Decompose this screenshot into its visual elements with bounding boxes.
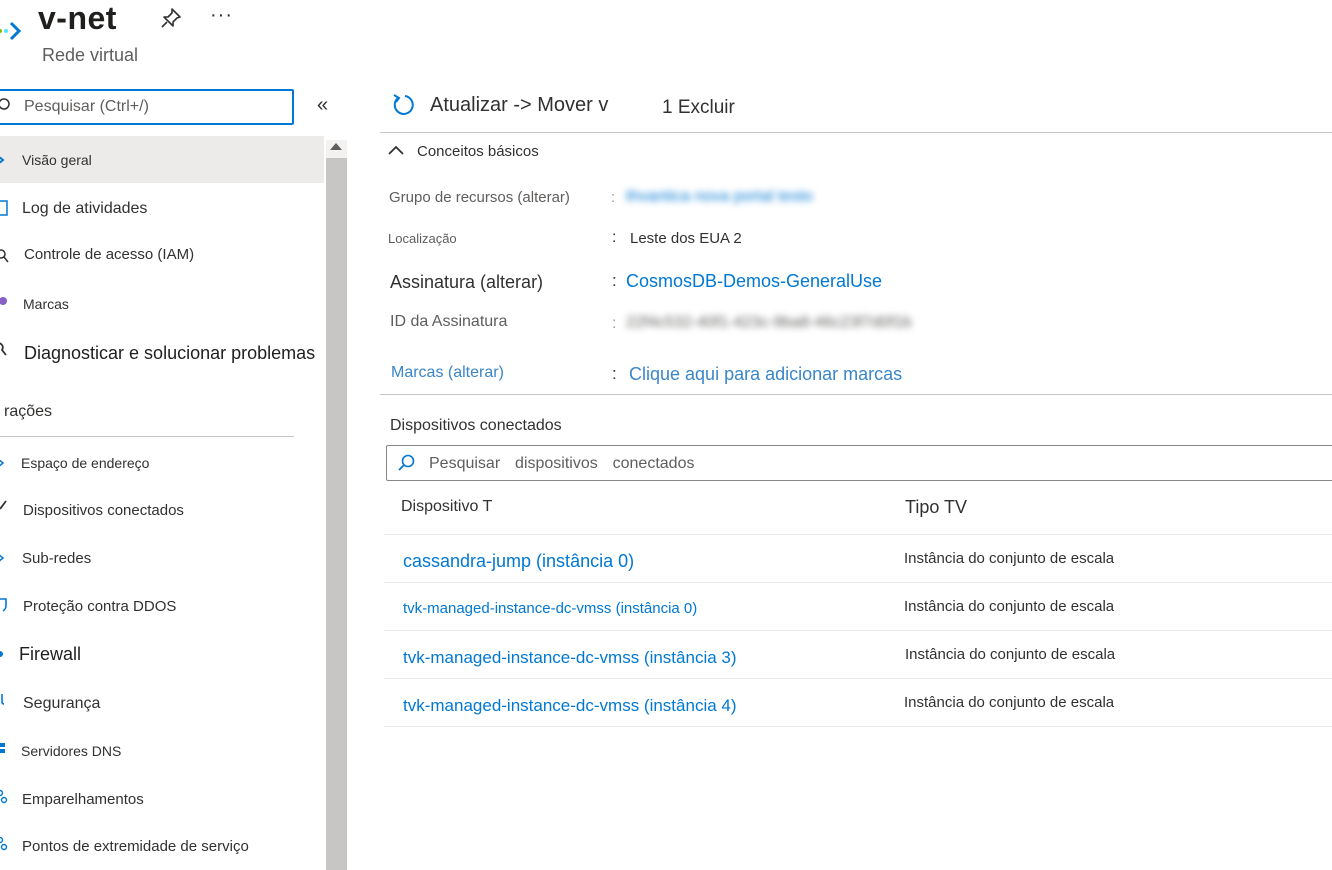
sidebar-item-label: Sub-redes — [22, 550, 92, 567]
sidebar-section-label: rações — [4, 403, 53, 420]
device-type: Instância do conjunto de escala — [904, 694, 1115, 711]
search-icon — [398, 454, 415, 471]
row-divider — [384, 582, 1332, 583]
refresh-icon[interactable] — [390, 92, 416, 118]
device-type: Instância do conjunto de escala — [904, 598, 1115, 615]
connected-devices-title: Dispositivos conectados — [390, 417, 562, 434]
scroll-up-arrow-icon[interactable] — [330, 143, 342, 150]
property-colon: : — [612, 271, 617, 290]
page-subtitle: Rede virtual — [42, 45, 139, 65]
sidebar-item-label: Firewall — [19, 644, 82, 664]
subnets-icon — [0, 554, 5, 562]
sidebar-item-address-space[interactable]: Espaço de endereço — [0, 442, 324, 482]
sidebar-item-label: Pontos de extremidade de serviço — [22, 838, 249, 855]
sidebar-item-label: Segurança — [23, 695, 101, 712]
device-type: Instância do conjunto de escala — [905, 646, 1116, 663]
sidebar-item-diagnose[interactable]: Diagnosticar e solucionar problemas — [0, 333, 324, 373]
sidebar-item-firewall[interactable]: Firewall — [0, 634, 324, 674]
peering-icon — [0, 789, 8, 804]
collapse-sidebar-button[interactable]: « — [317, 94, 328, 117]
sidebar-item-overview[interactable]: Visão geral — [0, 140, 324, 180]
firewall-icon — [0, 651, 3, 657]
chevron-up-icon — [388, 145, 404, 155]
page-title: v-net — [38, 0, 117, 36]
section-divider — [0, 436, 294, 437]
sidebar-item-label: Servidores DNS — [21, 743, 122, 759]
device-type: Instância do conjunto de escala — [904, 550, 1115, 567]
sidebar-item-access-control[interactable]: Controle de acesso (IAM) — [0, 236, 324, 276]
essentials-toggle[interactable]: Conceitos básicos — [386, 141, 686, 163]
tag-icon — [0, 297, 7, 305]
essentials-header: Conceitos básicos — [417, 143, 539, 160]
device-link[interactable]: tvk-managed-instance-dc-vmss (instância … — [403, 600, 697, 617]
property-value-tags[interactable]: Clique aqui para adicionar marcas — [629, 364, 902, 385]
vnet-icon — [0, 14, 24, 44]
pin-icon[interactable] — [158, 6, 184, 32]
shield-icon — [0, 598, 7, 612]
devices-search-input[interactable] — [427, 452, 1311, 476]
sidebar-item-service-endpoints[interactable]: Pontos de extremidade de serviço — [0, 826, 324, 866]
sidebar-item-label: Proteção contra DDOS — [23, 598, 177, 615]
security-icon — [1, 694, 5, 705]
sidebar-item-label: Marcas — [23, 296, 69, 312]
sidebar-item-label: Dispositivos conectados — [23, 502, 184, 519]
property-colon: : — [612, 364, 617, 383]
search-icon — [0, 98, 10, 110]
sidebar-item-label: Log de atividades — [22, 200, 148, 217]
devices-search-box[interactable] — [386, 445, 1332, 481]
delete-button[interactable]: 1 Excluir — [662, 97, 735, 119]
row-divider — [384, 534, 1332, 535]
property-label-subscription-id: ID da Assinatura — [390, 313, 508, 330]
sidebar-scrollbar-thumb[interactable] — [326, 158, 347, 870]
dns-icon — [0, 743, 5, 753]
device-link[interactable]: tvk-managed-instance-dc-vmss (instância … — [403, 696, 737, 716]
sidebar-item-connected-devices[interactable]: Dispositivos conectados — [0, 490, 324, 530]
row-divider — [384, 630, 1332, 631]
sidebar-search-input[interactable] — [22, 95, 286, 119]
property-label-subscription[interactable]: Assinatura (alterar) — [390, 272, 543, 293]
property-value-resource-group[interactable]: thvantica nova portal testo — [626, 188, 813, 206]
property-value-subscription-id: 22f4c532-40f1-423c-9ba8-46c23f7d0f1b — [626, 314, 912, 331]
service-endpoint-icon — [0, 836, 8, 851]
sidebar-item-label: Controle de acesso (IAM) — [24, 246, 195, 263]
overview-icon — [0, 156, 5, 164]
sidebar-item-label: Diagnosticar e solucionar problemas — [24, 343, 316, 363]
property-value-subscription[interactable]: CosmosDB-Demos-GeneralUse — [626, 271, 882, 292]
device-link[interactable]: cassandra-jump (instância 0) — [403, 551, 634, 572]
sidebar-item-dns[interactable]: Servidores DNS — [0, 731, 324, 771]
property-value-location: Leste dos EUA 2 — [630, 230, 742, 247]
sidebar-search-box[interactable] — [0, 89, 294, 125]
sidebar-item-ddos[interactable]: Proteção contra DDOS — [0, 586, 324, 626]
column-header-device[interactable]: Dispositivo T — [401, 498, 492, 516]
sidebar-item-tags[interactable]: Marcas — [0, 284, 324, 324]
sidebar-item-label: Espaço de endereço — [21, 455, 150, 471]
access-control-icon — [0, 249, 9, 263]
sidebar-item-label: Emparelhamentos — [22, 791, 144, 808]
toolbar-divider — [380, 132, 1332, 133]
ellipsis-icon[interactable]: ··· — [210, 4, 233, 27]
property-colon: : — [612, 315, 617, 332]
row-divider — [384, 726, 1332, 727]
property-label-tags[interactable]: Marcas (alterar) — [391, 364, 504, 382]
sidebar-item-peerings[interactable]: Emparelhamentos — [0, 779, 324, 819]
device-link[interactable]: tvk-managed-instance-dc-vmss (instância … — [403, 648, 737, 668]
row-divider — [384, 678, 1332, 679]
wrench-icon — [0, 342, 7, 356]
connected-devices-icon — [0, 500, 7, 510]
property-label-resource-group[interactable]: Grupo de recursos (alterar) — [389, 189, 570, 206]
address-space-icon — [0, 459, 5, 467]
section-divider — [380, 394, 1332, 395]
property-label-location: Localização — [388, 231, 457, 246]
sidebar-item-security[interactable]: Segurança — [0, 683, 324, 723]
property-colon: : — [612, 229, 617, 246]
refresh-move-button[interactable]: Atualizar -> Mover v — [430, 94, 608, 117]
sidebar-item-activity-log[interactable]: Log de atividades — [0, 189, 324, 229]
sidebar-item-subnets[interactable]: Sub-redes — [0, 538, 324, 578]
activity-log-icon — [0, 200, 8, 216]
column-header-type[interactable]: Tipo TV — [905, 497, 967, 518]
property-colon: : — [611, 189, 616, 206]
sidebar-item-label: Visão geral — [22, 152, 92, 168]
